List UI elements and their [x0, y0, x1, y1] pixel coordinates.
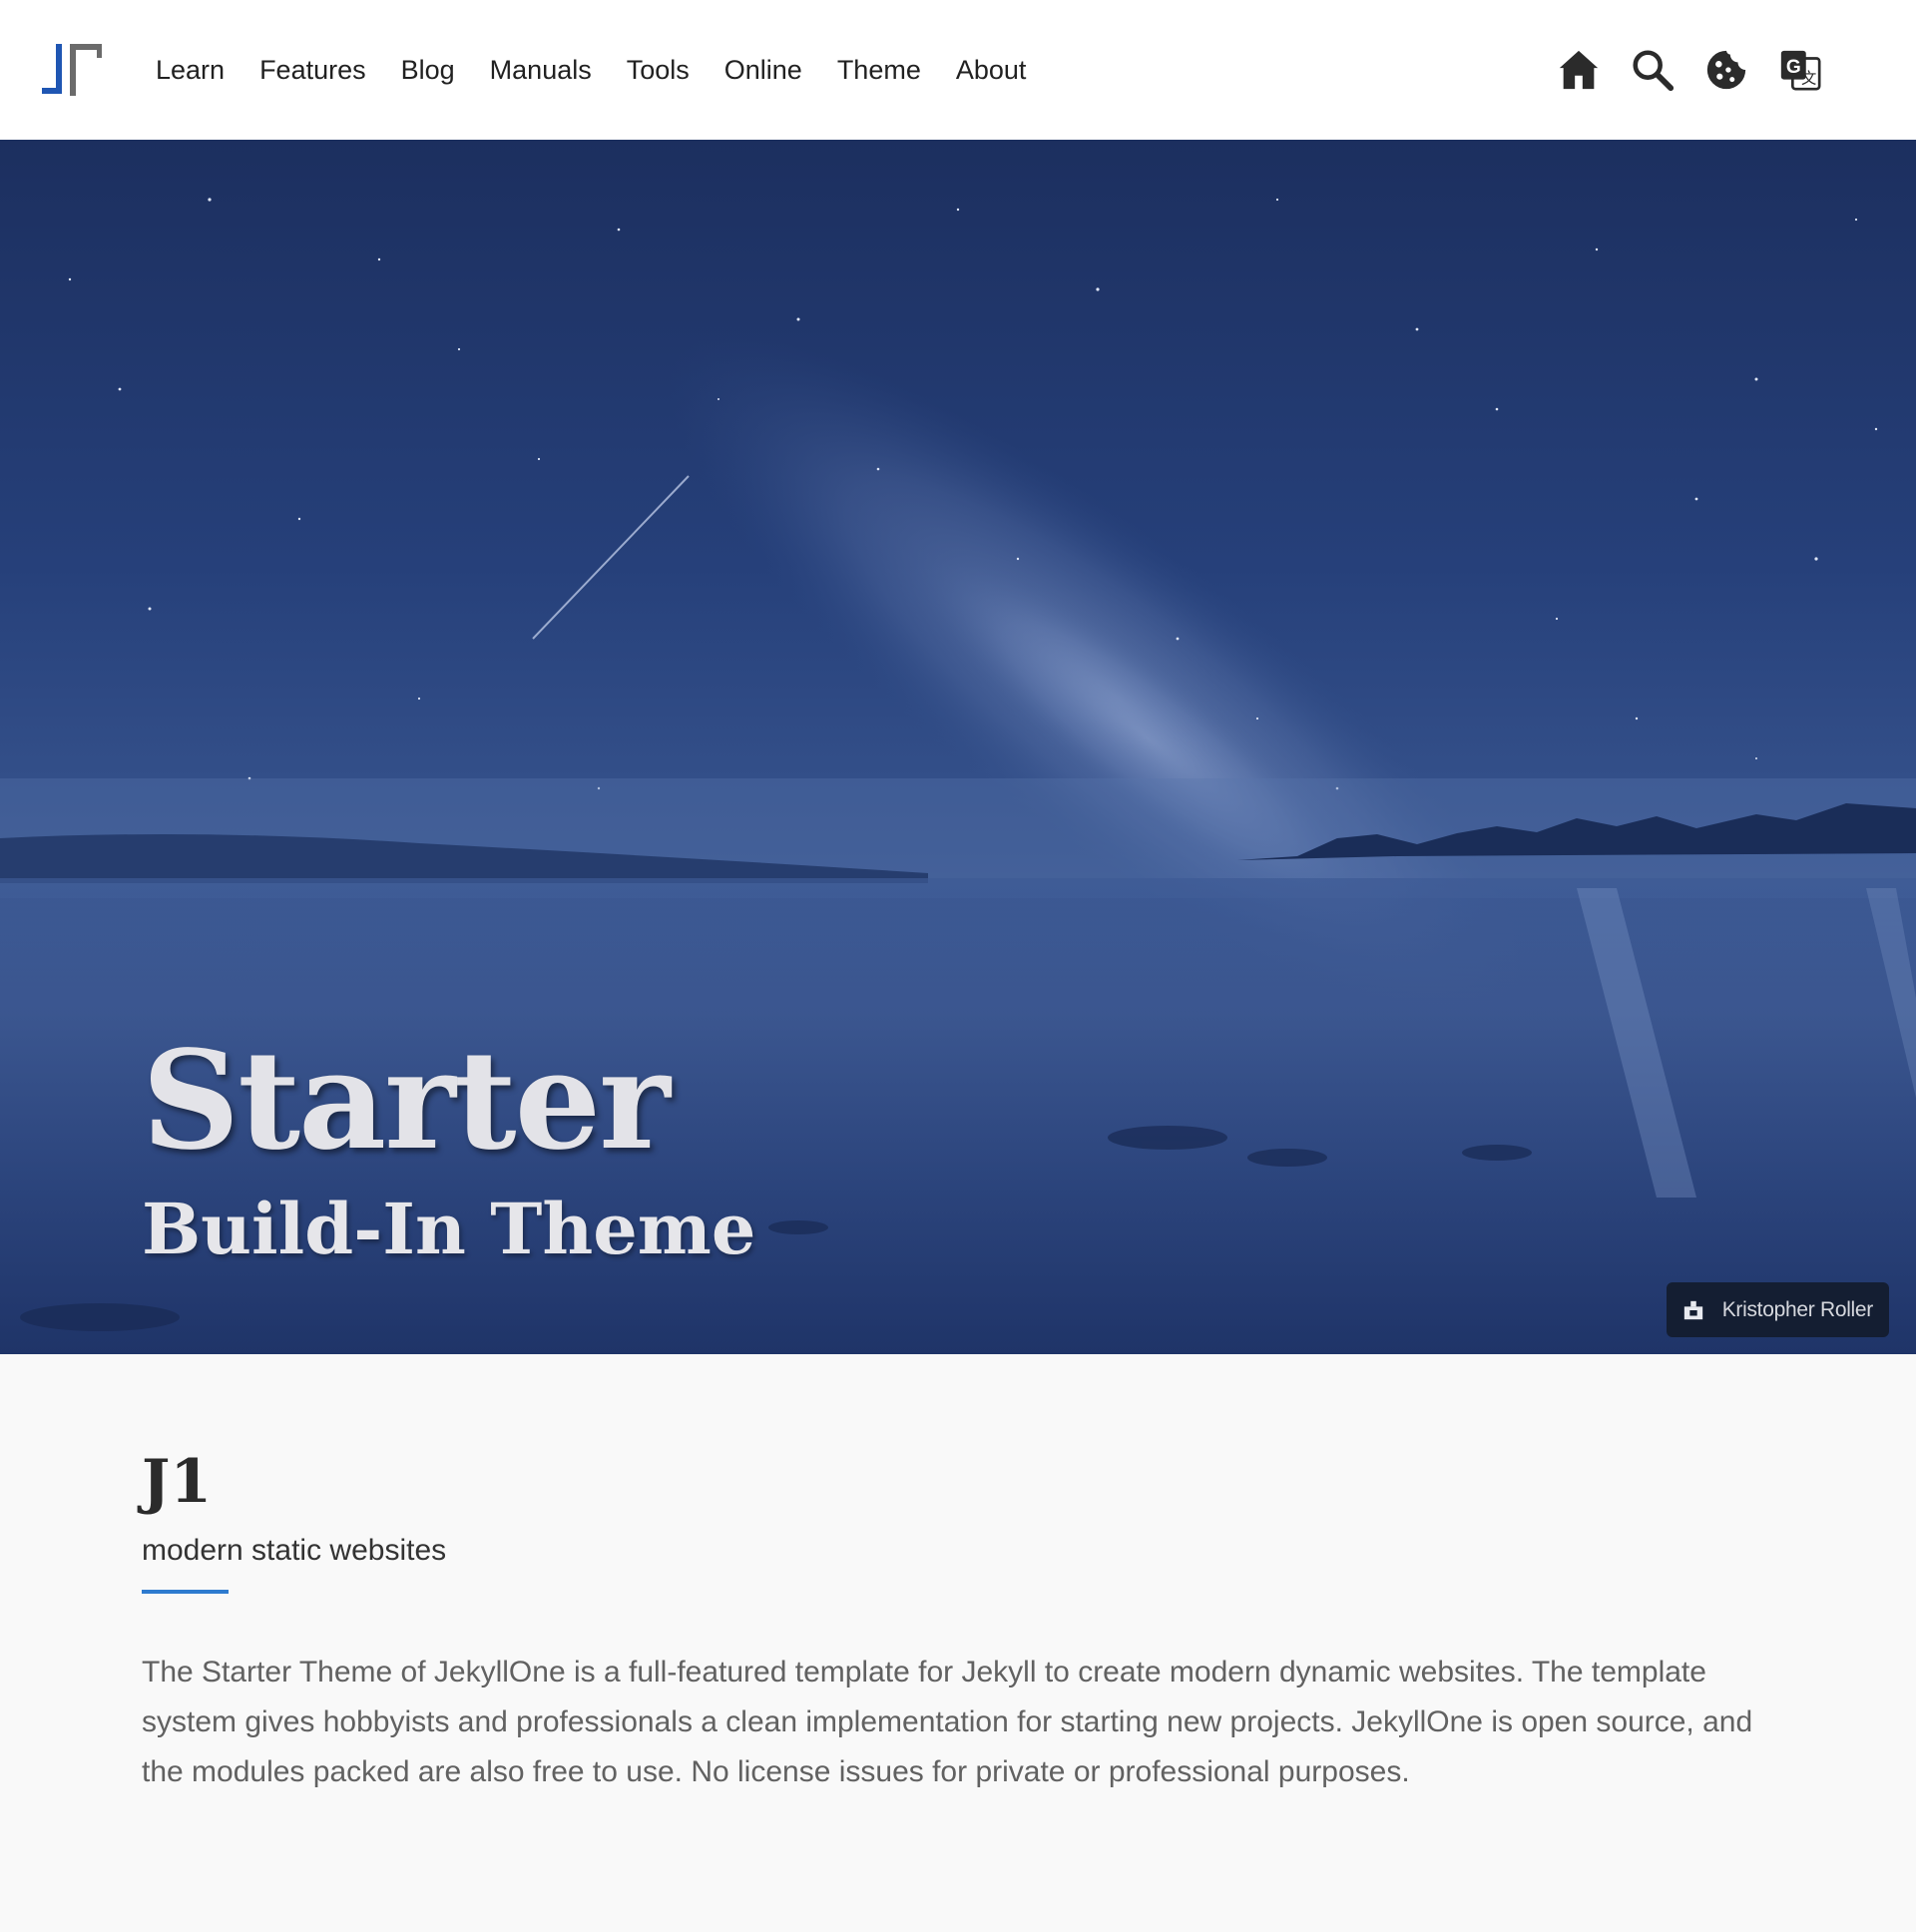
search-icon[interactable] [1629, 46, 1676, 94]
hero-title-block: Starter Build-In Theme [142, 1033, 755, 1264]
photo-credit-text: Kristopher Roller [1721, 1297, 1874, 1321]
hero-banner: Starter Build-In Theme Kristopher Roller [0, 140, 1916, 1354]
nav-item-features[interactable]: Features [259, 55, 366, 86]
section-title: J1 [142, 1447, 213, 1517]
main-content: J1 modern static websites The Starter Th… [0, 1354, 1916, 1932]
navbar: Learn Features Blog Manuals Tools Online… [0, 0, 1916, 140]
section-divider [142, 1590, 229, 1594]
svg-text:G: G [1786, 57, 1801, 78]
hero-subtitle: Build-In Theme [142, 1188, 756, 1270]
nav-item-about[interactable]: About [956, 55, 1027, 86]
camera-icon [1683, 1300, 1702, 1319]
nav-item-learn[interactable]: Learn [156, 55, 225, 86]
nav-item-blog[interactable]: Blog [401, 55, 455, 86]
main-menu: Learn Features Blog Manuals Tools Online… [156, 55, 1061, 86]
svg-text:文: 文 [1801, 70, 1816, 87]
nav-item-manuals[interactable]: Manuals [490, 55, 592, 86]
nav-item-online[interactable]: Online [724, 55, 802, 86]
cookie-icon[interactable] [1702, 46, 1750, 94]
hero-title: Starter [142, 1021, 671, 1181]
nav-item-theme[interactable]: Theme [837, 55, 921, 86]
photo-credit-badge[interactable]: Kristopher Roller [1666, 1282, 1889, 1337]
quick-links: G 文 [1555, 46, 1824, 94]
home-icon[interactable] [1555, 46, 1603, 94]
intro-paragraph: The Starter Theme of JekyllOne is a full… [142, 1656, 1753, 1788]
nav-item-tools[interactable]: Tools [627, 55, 690, 86]
section-subtitle: modern static websites [142, 1534, 447, 1567]
brand-logo[interactable] [40, 38, 104, 102]
translate-icon[interactable]: G 文 [1776, 46, 1824, 94]
intro-section: J1 modern static websites The Starter Th… [142, 1452, 1798, 1797]
